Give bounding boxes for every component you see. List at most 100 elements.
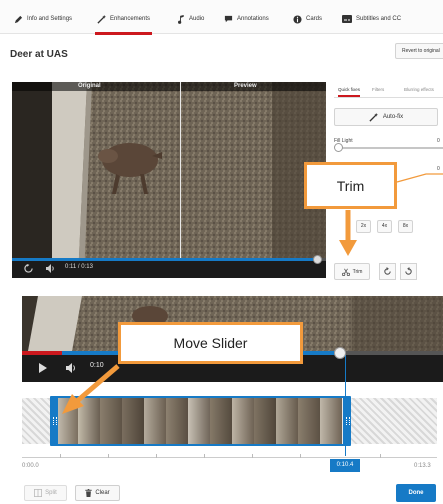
timeline-tick [380,454,381,458]
replay-icon[interactable] [24,264,33,273]
tab-label: Subtitles and CC [356,16,402,22]
trash-icon [85,489,93,497]
tab-annotations[interactable]: Annotations [224,9,269,29]
played-progress [22,351,62,355]
speed-2x-button[interactable]: 2x [356,220,371,233]
tab-quick-fixes[interactable]: Quick fixes [338,87,361,97]
trim-player-time: 0:10 [90,362,104,369]
trim-callout-leader-line [396,173,443,183]
trim-callout: Trim [304,162,397,209]
preview-scrubber-knob[interactable] [313,255,322,264]
tab-enhancements[interactable]: Enhancements [94,9,153,35]
filmstrip-frame [78,398,100,444]
subtitles-icon [342,15,352,23]
selection-border-top [54,396,348,398]
preview-label: Preview [234,83,257,89]
tab-label: Info and Settings [27,16,73,22]
timeline-current-time: 0:10.4 [330,459,360,472]
tab-audio[interactable]: Audio [177,9,204,29]
rotate-right-button[interactable] [400,263,417,280]
volume-icon[interactable] [66,363,78,373]
speed-8x-button[interactable]: 8x [398,220,413,233]
trim-callout-arrowhead [339,240,357,256]
fill-light-slider[interactable] [334,143,443,152]
preview-progress-bar[interactable] [12,255,326,264]
editor-tab-bar: Info and Settings Enhancements Audio Ann… [0,0,443,35]
timeline-tick [300,454,301,458]
tab-subtitles-and-cc[interactable]: Subtitles and CC [342,9,401,29]
volume-icon[interactable] [46,264,56,273]
pencil-icon [14,15,23,23]
filmstrip-frame [166,398,188,444]
tab-info-and-settings[interactable]: Info and Settings [14,9,72,29]
filmstrip-frame [298,398,320,444]
split-icon [34,489,43,497]
playhead-line[interactable] [345,352,346,456]
revert-to-original-button[interactable]: Revert to original [395,43,443,59]
timeline-ruler [22,457,437,458]
timeline-tick [204,454,205,458]
video-frame-image [12,82,326,278]
speed-4x-button[interactable]: 4x [377,220,392,233]
filmstrip-frame [254,398,276,444]
tab-label: Audio [189,16,205,22]
done-button[interactable]: Done [396,484,436,502]
move-slider-callout: Move Slider [118,322,303,364]
timeline-end-time: 0:13.3 [414,463,431,469]
filmstrip-frame [188,398,210,444]
music-note-icon [178,14,184,24]
compare-header: Original Preview [12,82,326,91]
filmstrip-frame [144,398,166,444]
magic-wand-icon [369,112,378,122]
auto-fix-button[interactable]: Auto-fix [334,108,438,126]
split-label: Split [45,490,57,496]
trimmed-out-region-end [348,398,437,444]
timeline-tick [252,454,253,458]
filmstrip-frame [210,398,232,444]
rotate-left-button[interactable] [379,263,396,280]
filmstrip-frame [276,398,298,444]
filmstrip-frame [320,398,342,444]
scissors-icon [341,268,350,276]
enhancement-panel-tabs: Quick fixes Filters Blurring effects [334,84,443,98]
tab-label: Cards [306,16,323,22]
filmstrip-frame [232,398,254,444]
trim-button[interactable]: Trim [334,263,370,280]
preview-progress-fill [12,258,317,261]
video-preview[interactable]: Original Preview 0:11 / 0:13 [12,82,326,278]
magic-wand-icon [97,14,106,24]
timeline-start-time: 0:00.0 [22,463,39,469]
fill-light-value: 0 [437,138,440,144]
timeline-tick [108,454,109,458]
filmstrip-frame [56,398,78,444]
trim-label: Trim [352,268,363,275]
info-circle-icon [293,14,302,24]
page-title: Deer at UAS [10,49,68,60]
fill-light-slider-knob[interactable] [334,143,343,152]
preview-controls: 0:11 / 0:13 [12,255,326,278]
timeline-tick [156,454,157,458]
trim-filmstrip[interactable] [22,398,437,444]
timeline-tick [60,454,61,458]
split-button[interactable]: Split [24,485,67,501]
clear-label: Clear [95,490,110,496]
auto-fix-label: Auto-fix [382,114,404,120]
rotate-left-icon [384,267,391,275]
original-label: Original [78,83,101,89]
compare-split-line[interactable] [180,82,181,278]
filmstrip-frame [100,398,122,444]
clear-button[interactable]: Clear [75,485,120,501]
selection-border-bottom [54,444,348,446]
filmstrip-frame [122,398,144,444]
tab-label: Enhancements [110,16,151,22]
trim-start-handle[interactable] [50,396,58,446]
tab-blurring-effects[interactable]: Blurring effects [404,87,434,92]
speech-bubble-icon [224,15,233,22]
tab-label: Annotations [237,16,269,22]
trim-player-scrubber-knob[interactable] [333,347,346,359]
tab-cards[interactable]: Cards [293,9,322,29]
adjustment-value: 0 [437,166,440,172]
tab-filters[interactable]: Filters [372,87,384,92]
preview-time: 0:11 / 0:13 [65,264,93,270]
play-icon[interactable] [38,363,48,373]
